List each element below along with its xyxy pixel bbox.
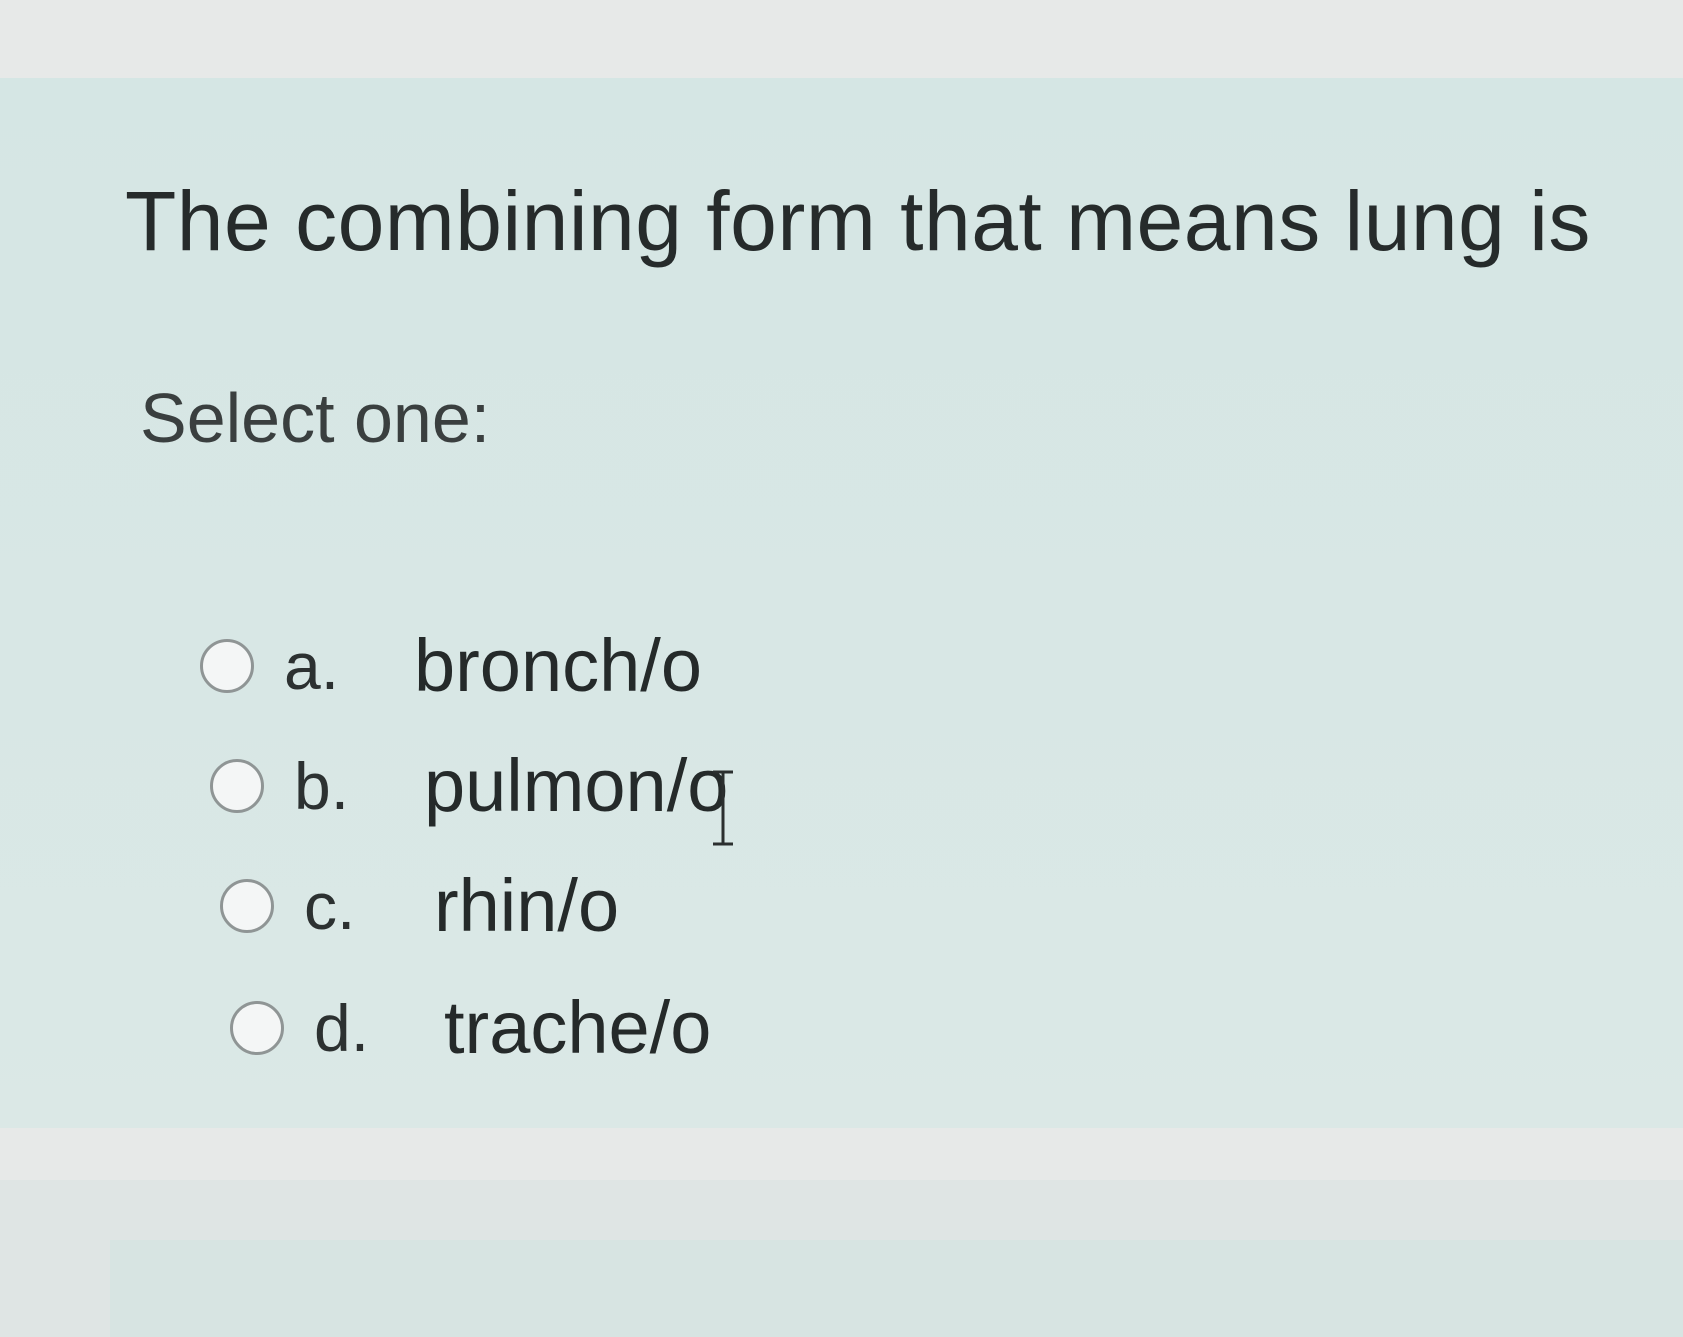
option-value: pulmon/o (424, 744, 729, 827)
radio-button-icon[interactable] (220, 878, 274, 933)
option-b[interactable]: b. pulmon/o (210, 743, 728, 828)
option-letter: a. (284, 628, 340, 703)
option-value: trache/o (444, 986, 712, 1069)
option-value: rhin/o (434, 864, 620, 947)
option-c[interactable]: c. rhin/o (220, 863, 619, 948)
radio-button-icon[interactable] (230, 1000, 284, 1055)
radio-button-icon[interactable] (210, 758, 264, 813)
select-prompt: Select one: (140, 379, 491, 457)
question-panel: The combining form that means lung is Se… (0, 78, 1683, 1128)
option-letter: c. (304, 868, 356, 943)
text-cursor-icon (713, 770, 733, 846)
option-value: bronch/o (414, 624, 702, 707)
option-letter: b. (294, 748, 350, 823)
next-question-panel (110, 1240, 1683, 1337)
quiz-page: The combining form that means lung is Se… (0, 0, 1683, 1337)
radio-button-icon[interactable] (200, 638, 254, 693)
option-letter: d. (314, 990, 370, 1065)
question-text: The combining form that means lung is (125, 174, 1591, 268)
option-a[interactable]: a. bronch/o (200, 623, 702, 708)
option-d[interactable]: d. trache/o (230, 985, 711, 1070)
